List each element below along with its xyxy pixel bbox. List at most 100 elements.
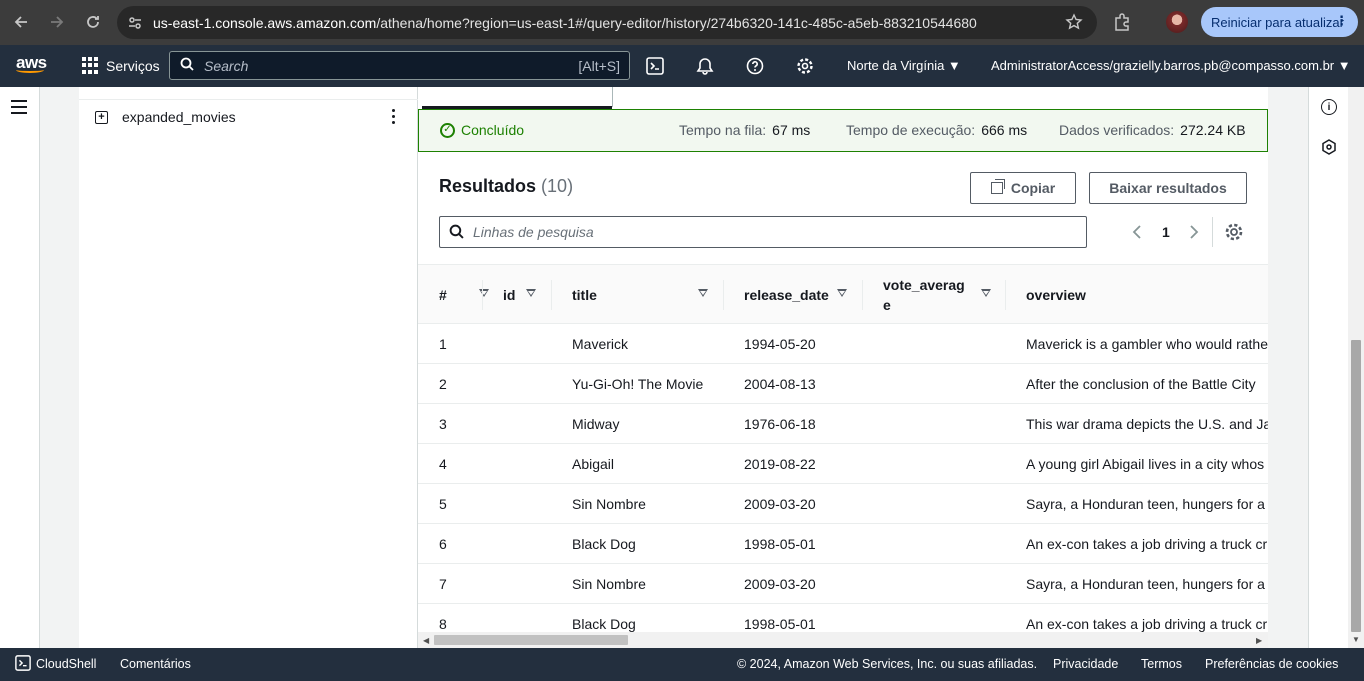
sort-icon[interactable] <box>698 289 708 297</box>
reload-icon[interactable] <box>75 4 111 40</box>
tables-panel: + expanded_movies <box>79 87 418 648</box>
services-label: Serviços <box>106 57 160 74</box>
scroll-right-icon[interactable]: ▶ <box>1256 636 1262 645</box>
divider <box>723 280 724 310</box>
divider <box>1212 217 1213 247</box>
status-badge: ✓ Concluído <box>440 122 524 138</box>
site-settings-icon[interactable] <box>117 15 153 31</box>
table-row: 1 Maverick 1994-05-20 Maverick is a gambler… <box>418 324 1268 364</box>
column-header[interactable]: vote_averag e <box>883 265 991 325</box>
status-text: Concluído <box>461 122 525 138</box>
region-selector[interactable]: Norte da Virgínia ▼ <box>847 58 961 73</box>
sort-icon[interactable] <box>479 289 489 297</box>
left-nav-rail <box>0 87 40 648</box>
bookmark-star-icon[interactable] <box>1065 13 1083 34</box>
search-placeholder: Search <box>204 57 249 74</box>
aws-logo[interactable]: aws <box>16 53 47 73</box>
avatar[interactable] <box>1166 11 1188 33</box>
column-header[interactable]: # <box>439 265 489 325</box>
download-results-button[interactable]: Baixar resultados <box>1089 172 1247 204</box>
column-header[interactable]: release_date <box>744 265 847 325</box>
column-header[interactable]: overview <box>1026 265 1086 325</box>
gear-icon[interactable] <box>796 57 814 75</box>
hexagon-icon[interactable] <box>1321 139 1337 155</box>
address-bar[interactable]: us-east-1.console.aws.amazon.com/athena/… <box>117 6 1097 39</box>
table-row: 4 Abigail 2019-08-22 A young girl Abigail l… <box>418 444 1268 484</box>
divider <box>862 280 863 310</box>
scroll-down-icon[interactable]: ▼ <box>1352 635 1360 644</box>
bell-icon[interactable] <box>696 57 714 75</box>
search-icon <box>449 224 464 242</box>
more-options-icon[interactable] <box>392 109 396 127</box>
aws-logo-text: aws <box>16 53 47 72</box>
scroll-left-icon[interactable]: ◀ <box>423 636 429 645</box>
divider <box>1005 280 1006 310</box>
gear-icon[interactable] <box>1224 222 1244 242</box>
search-input[interactable]: Search [Alt+S] <box>169 51 630 80</box>
search-rows-input[interactable]: Linhas de pesquisa <box>439 216 1087 248</box>
table-row: 2 Yu-Gi-Oh! The Movie 2004-08-13 After the … <box>418 364 1268 404</box>
aws-footer: CloudShell Comentários © 2024, Amazon We… <box>0 648 1364 681</box>
column-header[interactable]: id <box>503 265 536 325</box>
aws-top-nav: aws Serviços Search [Alt+S] Norte da Vir… <box>0 45 1364 87</box>
execution-time: Tempo de execução: 666 ms <box>846 122 1028 138</box>
right-tools-rail: i <box>1308 87 1348 648</box>
divider <box>612 87 613 107</box>
cookie-preferences-link[interactable]: Preferências de cookies <box>1205 657 1338 671</box>
next-page-icon[interactable] <box>1189 224 1199 243</box>
table-item[interactable]: + expanded_movies <box>95 109 236 125</box>
cloudshell-icon[interactable] <box>15 655 31 674</box>
services-menu[interactable]: Serviços <box>82 57 160 74</box>
table-row: 3 Midway 1976-06-18 This war drama depicts … <box>418 404 1268 444</box>
search-shortcut: [Alt+S] <box>578 58 620 74</box>
column-header[interactable]: title <box>572 265 708 325</box>
feedback-link[interactable]: Comentários <box>120 657 191 671</box>
cloudshell-icon[interactable] <box>646 57 664 75</box>
table-item-label: expanded_movies <box>122 109 236 125</box>
check-circle-icon: ✓ <box>440 122 455 138</box>
account-menu[interactable]: AdministratorAccess/grazielly.barros.pb@… <box>991 58 1351 73</box>
sort-icon[interactable] <box>526 289 536 297</box>
query-status-bar: ✓ Concluído Tempo na fila: 67 ms Tempo de… <box>418 109 1268 152</box>
tab-strip <box>420 87 1308 109</box>
layout-gutter <box>40 87 79 648</box>
terms-link[interactable]: Termos <box>1141 657 1182 671</box>
page-number[interactable]: 1 <box>1162 224 1170 240</box>
privacy-link[interactable]: Privacidade <box>1053 657 1118 671</box>
scrollbar-thumb[interactable] <box>1351 340 1361 632</box>
update-button[interactable]: Reiniciar para atualizar ⋮ <box>1201 7 1358 37</box>
back-arrow-icon[interactable] <box>3 4 39 40</box>
divider <box>79 99 418 100</box>
page-scrollbar[interactable]: ▼ <box>1348 87 1364 648</box>
url-text: us-east-1.console.aws.amazon.com/athena/… <box>153 14 977 31</box>
update-label: Reiniciar para atualizar <box>1211 14 1344 30</box>
scrollbar-thumb[interactable] <box>434 635 628 645</box>
layout-gutter <box>1268 87 1308 648</box>
sort-icon[interactable] <box>837 289 847 297</box>
data-scanned: Dados verificados: 272.24 KB <box>1059 122 1246 138</box>
table-row: 6 Black Dog 1998-05-01 An ex-con takes a jo… <box>418 524 1268 564</box>
grid-icon <box>82 57 99 74</box>
browser-toolbar: us-east-1.console.aws.amazon.com/athena/… <box>0 0 1364 45</box>
sort-icon[interactable] <box>981 289 991 297</box>
menu-icon[interactable] <box>11 100 27 118</box>
results-title: Resultados (10) <box>439 176 574 196</box>
info-icon[interactable]: i <box>1321 99 1337 115</box>
results-table: # id title release_date vote_averag e ov… <box>418 264 1268 648</box>
results-area: ✓ Concluído Tempo na fila: 67 ms Tempo de… <box>418 87 1308 648</box>
horizontal-scrollbar[interactable]: ◀ ▶ <box>418 632 1268 648</box>
divider <box>482 280 483 310</box>
queue-time: Tempo na fila: 67 ms <box>679 122 811 138</box>
forward-arrow-icon[interactable] <box>39 4 75 40</box>
expand-icon[interactable]: + <box>95 110 108 124</box>
search-icon <box>180 57 194 74</box>
cloudshell-link[interactable]: CloudShell <box>36 657 96 671</box>
help-icon[interactable] <box>746 57 764 75</box>
prev-page-icon[interactable] <box>1132 224 1142 243</box>
table-header: # id title release_date vote_averag e ov… <box>418 264 1268 324</box>
extensions-icon[interactable] <box>1112 12 1132 35</box>
more-vert-icon: ⋮ <box>1335 13 1348 28</box>
table-row: 5 Sin Nombre 2009-03-20 Sayra, a Honduran t… <box>418 484 1268 524</box>
copy-button[interactable]: Copiar <box>970 172 1076 204</box>
copy-icon <box>990 179 1005 194</box>
